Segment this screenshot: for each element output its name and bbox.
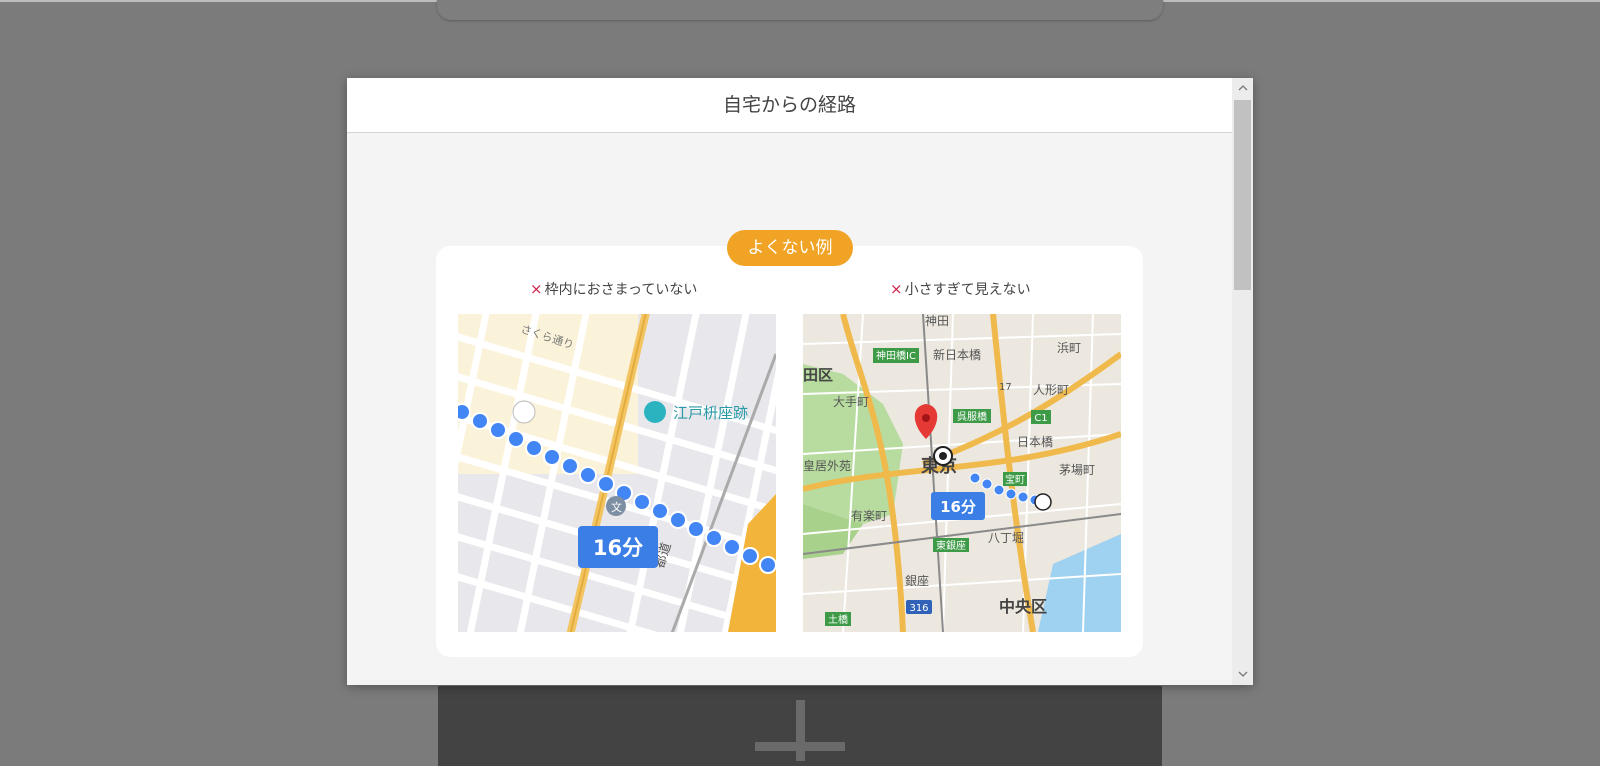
svg-text:人形町: 人形町 [1033, 383, 1069, 397]
map-zoomed-out: 神田橋IC 呉服橋 C1 宝町 東銀座 土橋 神田 新日本橋 浜町 田区 大手町… [803, 314, 1121, 632]
svg-text:呉服橋: 呉服橋 [957, 410, 987, 423]
svg-text:江戸枡座跡: 江戸枡座跡 [673, 404, 748, 422]
svg-text:16分: 16分 [940, 498, 976, 516]
caption-left: × 枠内におさまっていない [530, 278, 697, 300]
svg-text:東銀座: 東銀座 [936, 539, 966, 552]
svg-text:新日本橋: 新日本橋 [933, 347, 981, 362]
poi-marker-icon [644, 401, 666, 423]
modal-scrollbar[interactable] [1232, 78, 1253, 685]
svg-text:17: 17 [999, 382, 1012, 393]
svg-text:茅場町: 茅場町 [1059, 463, 1095, 477]
svg-text:有楽町: 有楽町 [851, 509, 887, 523]
caption-left-text: 枠内におさまっていない [544, 282, 698, 298]
map-zoomed-in: 文 江戸枡座跡 さくら通り 都道 16分 [458, 314, 776, 632]
svg-text:大手町: 大手町 [833, 395, 869, 409]
svg-text:銀座: 銀座 [905, 573, 929, 588]
svg-text:宝町: 宝町 [1005, 473, 1025, 486]
svg-text:神田: 神田 [925, 314, 949, 328]
plus-icon-vertical[interactable] [796, 700, 805, 761]
scroll-thumb[interactable] [1234, 100, 1251, 290]
svg-text:C1: C1 [1034, 413, 1047, 424]
background-card-top [437, 0, 1163, 20]
scroll-down-icon[interactable] [1232, 665, 1253, 685]
svg-text:田区: 田区 [803, 366, 833, 384]
caption-right-text: 小さすぎて見えない [904, 282, 1031, 298]
scroll-up-icon[interactable] [1232, 78, 1253, 98]
svg-text:神田橋IC: 神田橋IC [876, 349, 916, 362]
svg-text:八丁堀: 八丁堀 [988, 530, 1024, 545]
svg-text:皇居外苑: 皇居外苑 [803, 459, 851, 473]
caption-right: × 小さすぎて見えない [890, 278, 1031, 300]
bad-example-badge: よくない例 [727, 230, 853, 266]
route-modal: 自宅からの経路 よくない例 ×枠内におさまっていない ×小さすぎて見えない [347, 78, 1253, 685]
svg-text:文: 文 [611, 500, 622, 514]
svg-text:中央区: 中央区 [999, 597, 1047, 616]
svg-text:316: 316 [909, 603, 928, 614]
modal-header: 自宅からの経路 [347, 78, 1232, 133]
modal-title: 自宅からの経路 [722, 94, 856, 116]
svg-text:16分: 16分 [593, 536, 643, 560]
close-mark-icon: × [890, 280, 903, 298]
svg-text:土橋: 土橋 [828, 613, 848, 626]
svg-text:日本橋: 日本橋 [1017, 435, 1053, 449]
svg-text:浜町: 浜町 [1057, 341, 1081, 355]
close-mark-icon: × [530, 280, 543, 298]
